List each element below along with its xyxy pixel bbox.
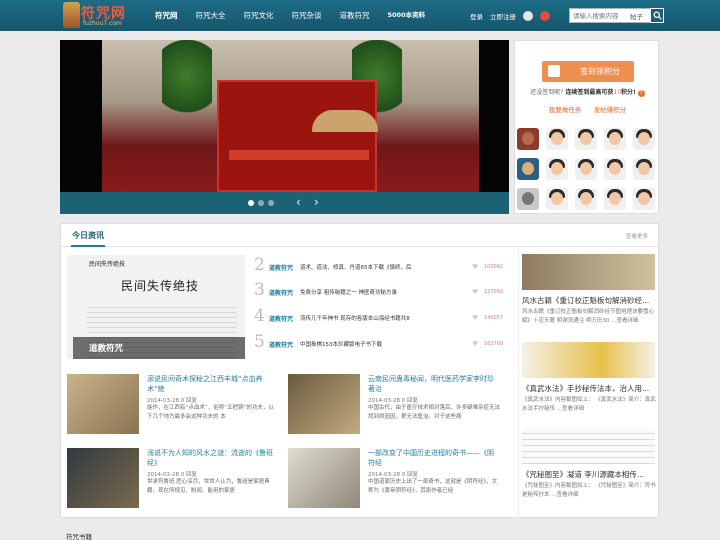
view-more-link[interactable]: 查看更多 <box>626 232 648 240</box>
avatar[interactable] <box>546 128 568 150</box>
user-links: 登录 立即注册 <box>470 0 550 31</box>
rank-item[interactable]: 2 道教符咒 道术、道法、修真、丹道65本下载《慎终，后 ♥ 100062 <box>254 255 504 280</box>
slider-dot-1[interactable] <box>248 200 254 206</box>
post-earn-link[interactable]: 发帖赚积分 <box>594 106 627 114</box>
side-article[interactable]: 《真武水法》手抄秘传法本，治人用... 《真武水法》内容截图如上： 《真武水法》… <box>522 342 659 414</box>
help-icon[interactable]: ? <box>637 90 645 97</box>
avatar[interactable] <box>575 158 597 180</box>
plant-left <box>162 40 212 130</box>
side-article[interactable]: 《咒秘图至》凝道 李川源藏本相传... 《咒秘图至》内容截图如上： 《咒秘图至》… <box>522 428 659 500</box>
register-link[interactable]: 立即注册 <box>490 11 516 21</box>
avatar[interactable] <box>546 188 568 210</box>
avatar[interactable] <box>633 188 655 210</box>
side-article-image[interactable] <box>522 428 655 464</box>
slider-dot-2[interactable] <box>258 200 264 206</box>
side-article-image[interactable] <box>522 342 655 378</box>
fan-decoration <box>312 110 378 132</box>
main-nav: 符咒网 符咒大全 符咒文化 符咒杂谈 道教符咒 5000本资料 <box>146 0 434 31</box>
search-input[interactable] <box>570 9 628 22</box>
search-button[interactable] <box>650 8 664 23</box>
login-link[interactable]: 登录 <box>470 11 483 21</box>
rank-item[interactable]: 3 道教符咒 免费分享 祖传秘籍之一 神医奇功秘方录 ♥ 127050 <box>254 280 504 305</box>
today-news-panel: 今日资讯 查看更多 民间失传绝技 民间失传绝技 道教符咒 2 道教符咒 道术、道… <box>60 223 659 518</box>
article-thumb[interactable] <box>288 448 360 508</box>
heart-icon: ♥ <box>472 263 479 271</box>
avatar[interactable] <box>517 158 539 180</box>
avatar[interactable] <box>604 158 626 180</box>
side-article[interactable]: 风水古籍《重订校正魁板句解消砂经... 风水古籍《重订校正魁板句解消砂经节图地理… <box>522 254 659 326</box>
top-nav-bar: 符咒网 fuzhou7.com 符咒网 符咒大全 符咒文化 符咒杂谈 道教符咒 … <box>0 0 720 31</box>
banner-photo-altar <box>102 40 479 192</box>
featured-image[interactable]: 民间失传绝技 民间失传绝技 道教符咒 <box>67 255 245 359</box>
article-thumb[interactable] <box>288 374 360 434</box>
prev-arrow-icon[interactable]: ‹ <box>296 196 301 208</box>
search-icon <box>653 11 662 20</box>
next-arrow-icon[interactable]: › <box>314 196 319 208</box>
search-type-select[interactable]: 帖子 <box>630 11 643 21</box>
heart-icon: ♥ <box>472 314 479 322</box>
article-item[interactable]: 滚说民间奇术探秘之江西丰城“点血养术”绝 2014-03-28 0 回复 能作，… <box>67 374 282 436</box>
article-thumb[interactable] <box>67 374 139 434</box>
signin-links: 我要做任务 发帖赚积分 <box>515 104 660 114</box>
logo-url: fuzhou7.com <box>83 20 122 27</box>
signin-hint: 还没签到呢? 连续签到最高可获10积分! ? <box>515 87 660 97</box>
calendar-icon <box>548 65 560 77</box>
heart-icon: ♥ <box>472 288 479 296</box>
nav-taoist-fuzhou[interactable]: 道教符咒 <box>331 0 379 31</box>
avatar[interactable] <box>604 128 626 150</box>
signin-button[interactable]: 签到领积分 <box>542 61 634 82</box>
member-avatars <box>516 128 659 210</box>
side-articles: 风水古籍《重订校正魁板句解消砂经... 风水古籍《重订校正魁板句解消砂经节图地理… <box>518 248 658 518</box>
featured-caption: 道教符咒 <box>89 344 124 354</box>
avatar[interactable] <box>575 128 597 150</box>
search-box: 帖子 <box>569 8 663 23</box>
article-item[interactable]: 浅说不为人知的风水之谜：流逝的《鲁班经》 2014-03-28 0 回复 世承符… <box>67 448 282 510</box>
article-item[interactable]: 云南民间蛊毒秘闻，明代医药学家李时珍著治 2014-03-28 0 回复 中国古… <box>288 374 503 436</box>
heart-icon: ♥ <box>472 340 479 348</box>
article-thumb[interactable] <box>67 448 139 508</box>
banner-slider[interactable]: ‹ › <box>60 40 509 214</box>
logo-figure-icon <box>63 2 80 28</box>
slider-dot-3[interactable] <box>268 200 274 206</box>
avatar[interactable] <box>633 158 655 180</box>
altar-shrine <box>217 80 377 192</box>
nav-fuzhou-culture[interactable]: 符咒文化 <box>235 0 283 31</box>
nav-5000-resources[interactable]: 5000本资料 <box>379 0 435 31</box>
avatar[interactable] <box>546 158 568 180</box>
section-title: 今日资讯 <box>71 224 105 247</box>
rank-item[interactable]: 4 道教符咒 流传几千年神书 现存的各版本山海经书籍共8 ♥ 140057 <box>254 306 504 331</box>
nav-fuzhou-daquan[interactable]: 符咒大全 <box>187 0 235 31</box>
side-article-image[interactable] <box>522 254 655 290</box>
avatar[interactable] <box>517 188 539 210</box>
fuzhou-books-heading: 符咒书籍 <box>66 533 92 540</box>
avatar[interactable] <box>575 188 597 210</box>
nav-home[interactable]: 符咒网 <box>146 0 187 31</box>
site-logo[interactable]: 符咒网 fuzhou7.com <box>63 2 133 29</box>
avatar[interactable] <box>633 128 655 150</box>
avatar[interactable] <box>604 188 626 210</box>
nav-fuzhou-talk[interactable]: 符咒杂谈 <box>283 0 331 31</box>
task-link[interactable]: 我要做任务 <box>549 106 582 114</box>
avatar[interactable] <box>517 128 539 150</box>
rank-item[interactable]: 5 道教符咒 中国象棋153本珍藏版电子书下载 ♥ 162760 <box>254 332 504 357</box>
qq-login-icon[interactable] <box>523 10 533 21</box>
signin-panel: 签到领积分 还没签到呢? 连续签到最高可获10积分! ? 我要做任务 发帖赚积分 <box>514 40 659 214</box>
weibo-login-icon[interactable] <box>540 10 550 21</box>
article-item[interactable]: 一部改变了中国历史进程的奇书——《阴符经 2014-03-28 0 回复 中国道… <box>288 448 503 510</box>
